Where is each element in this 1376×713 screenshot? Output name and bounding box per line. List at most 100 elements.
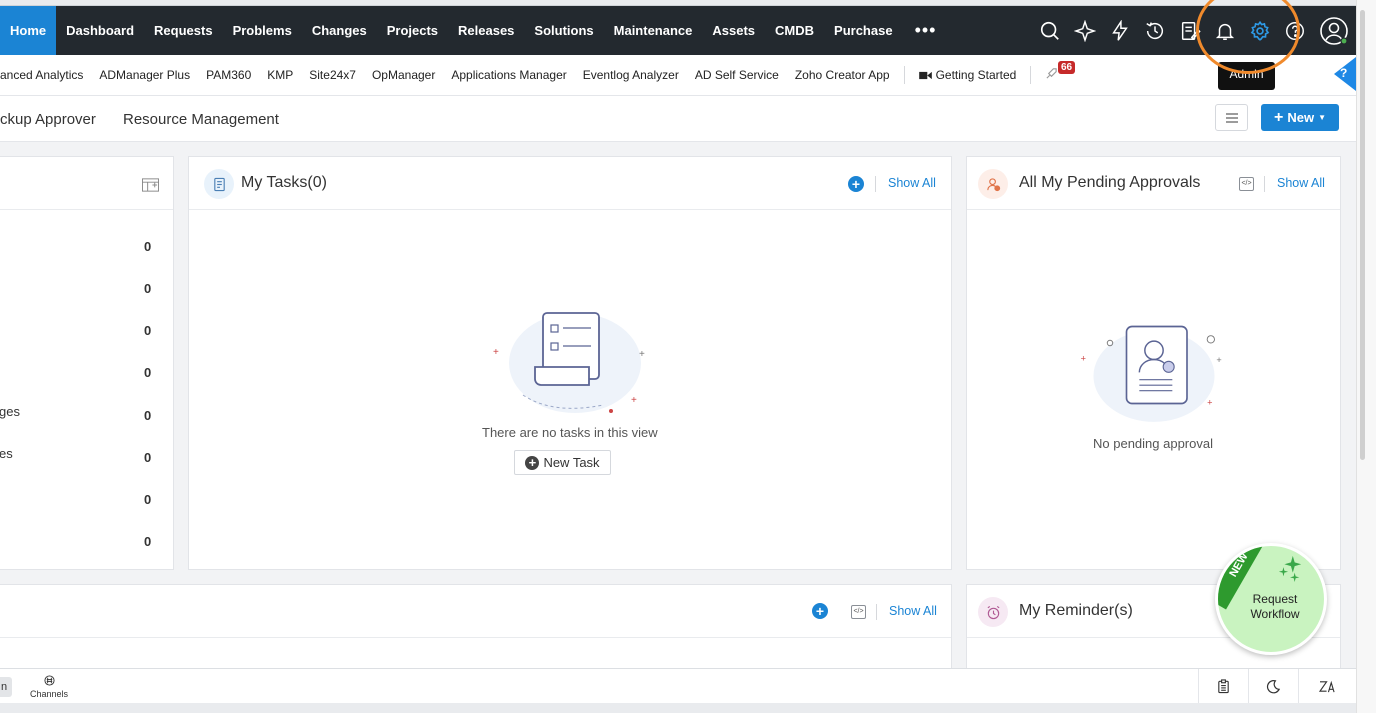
nav-projects[interactable]: Projects <box>377 6 448 55</box>
tasks-show-all-link[interactable]: Show All <box>888 176 936 190</box>
hamburger-icon <box>1225 112 1238 123</box>
ql-opmanager[interactable]: OpManager <box>364 68 443 82</box>
summary-row-label: ges <box>0 404 20 419</box>
embed-code-icon[interactable]: </> <box>851 605 866 619</box>
summary-row-value[interactable]: 0 <box>144 534 151 549</box>
lightning-icon[interactable] <box>1102 6 1137 55</box>
clipboard-icon[interactable] <box>1198 669 1248 704</box>
ql-zoho-creator-app[interactable]: Zoho Creator App <box>787 68 898 82</box>
svg-text:+: + <box>639 349 645 360</box>
approvals-show-all-link[interactable]: Show All <box>1277 176 1325 190</box>
reminders-title: My Reminder(s) <box>1019 602 1133 619</box>
nav-requests[interactable]: Requests <box>144 6 223 55</box>
summary-row-value[interactable]: 0 <box>144 450 151 465</box>
svg-text:+: + <box>1216 355 1221 365</box>
summary-row-value[interactable]: 0 <box>144 281 151 296</box>
alarm-clock-icon <box>978 597 1008 627</box>
bottom-left-tab[interactable]: n <box>0 677 12 697</box>
new-button-label: New <box>1287 110 1315 125</box>
ql-admanager-plus[interactable]: ADManager Plus <box>91 68 198 82</box>
header-divider <box>1264 176 1265 192</box>
request-workflow-badge[interactable]: NEW Request Workflow <box>1215 543 1327 655</box>
pending-approvals-title: All My Pending Approvals <box>1019 174 1201 191</box>
ql-pam360[interactable]: PAM360 <box>198 68 259 82</box>
add-item-icon[interactable]: + <box>812 603 828 619</box>
bottom-show-all-link[interactable]: Show All <box>889 604 937 618</box>
nav-icon-group <box>1032 6 1356 55</box>
ql-eventlog-analyzer[interactable]: Eventlog Analyzer <box>575 68 687 82</box>
svg-text:+: + <box>1081 353 1086 363</box>
ql-separator <box>1030 66 1032 84</box>
nav-cmdb[interactable]: CMDB <box>765 6 824 55</box>
empty-tasks-illustration: + + + <box>493 312 645 413</box>
bottom-toolbar: n Channels <box>0 668 1356 704</box>
my-tasks-card: My Tasks(0) + Show All + + + There are n… <box>188 156 952 570</box>
ql-getting-started[interactable]: Getting Started <box>911 68 1025 82</box>
nav-maintenance[interactable]: Maintenance <box>604 6 703 55</box>
nav-purchase[interactable]: Purchase <box>824 6 903 55</box>
channels-button[interactable]: Channels <box>26 673 72 699</box>
page-scrollbar[interactable] <box>1360 10 1365 460</box>
ql-separator <box>903 66 905 84</box>
request-workflow-label: Request Workflow <box>1250 592 1300 621</box>
page-scroll-gutter <box>1356 0 1376 713</box>
embed-code-icon[interactable]: </> <box>1239 177 1254 191</box>
approval-user-icon <box>978 169 1008 199</box>
tab-backup-approver[interactable]: ckup Approver <box>0 111 96 128</box>
new-task-label: New Task <box>543 455 600 470</box>
magic-icon[interactable] <box>1067 6 1102 55</box>
nav-solutions[interactable]: Solutions <box>524 6 603 55</box>
video-icon <box>918 71 932 79</box>
header-divider <box>875 176 876 192</box>
pending-approvals-card: All My Pending Approvals </> Show All + … <box>966 156 1341 570</box>
user-icon[interactable] <box>1312 6 1356 55</box>
channels-icon <box>43 675 55 686</box>
new-task-button[interactable]: + New Task <box>514 450 611 475</box>
summary-row-value[interactable]: 0 <box>144 365 151 380</box>
history-icon[interactable] <box>1137 6 1172 55</box>
summary-row-value[interactable]: 0 <box>144 239 151 254</box>
ql-ad-self-service[interactable]: AD Self Service <box>687 68 787 82</box>
getting-started-label: Getting Started <box>935 68 1017 82</box>
nav-home[interactable]: Home <box>0 6 57 55</box>
table-settings-icon[interactable] <box>142 178 159 192</box>
add-circle-icon: + <box>525 455 540 470</box>
ql-site24x7[interactable]: Site24x7 <box>301 68 364 82</box>
add-task-icon[interactable]: + <box>848 176 864 192</box>
new-button[interactable]: + New ▼ <box>1261 104 1339 131</box>
my-tasks-header: My Tasks(0) + Show All <box>189 157 951 210</box>
search-icon[interactable] <box>1032 6 1067 55</box>
ql-advanced-analytics[interactable]: anced Analytics <box>0 68 91 82</box>
translate-icon[interactable] <box>1298 669 1356 704</box>
header-divider <box>876 604 877 620</box>
nav-changes[interactable]: Changes <box>302 6 377 55</box>
nav-releases[interactable]: Releases <box>448 6 524 55</box>
nav-more-button[interactable]: ••• <box>903 6 949 55</box>
pending-approvals-header: All My Pending Approvals </> Show All <box>967 157 1340 210</box>
summary-row-value[interactable]: 0 <box>144 323 151 338</box>
svg-text:+: + <box>631 395 637 406</box>
ql-kmp[interactable]: KMP <box>259 68 301 82</box>
my-tasks-title: My Tasks(0) <box>241 174 327 191</box>
empty-approvals-message: No pending approval <box>1093 436 1213 451</box>
top-navigation: Home Dashboard Requests Problems Changes… <box>0 6 1356 55</box>
svg-text:+: + <box>1207 397 1212 407</box>
svg-text:+: + <box>493 347 499 358</box>
nav-problems[interactable]: Problems <box>223 6 302 55</box>
ql-applications-manager[interactable]: Applications Manager <box>443 68 574 82</box>
sparkle-icon <box>1278 555 1302 582</box>
summary-row-value[interactable]: 0 <box>144 492 151 507</box>
menu-button[interactable] <box>1215 104 1248 131</box>
summary-row-value[interactable]: 0 <box>144 408 151 423</box>
quick-links-bar: anced Analytics ADManager Plus PAM360 KM… <box>0 55 1356 96</box>
empty-tasks-message: There are no tasks in this view <box>482 425 658 440</box>
tasks-icon <box>204 169 234 199</box>
tab-resource-management[interactable]: Resource Management <box>123 111 279 128</box>
nav-assets[interactable]: Assets <box>702 6 765 55</box>
dark-mode-icon[interactable] <box>1248 669 1298 704</box>
bottom-widget-header: + </> Show All <box>0 585 951 638</box>
summary-card: 0 0 0 0 ges 0 es 0 0 0 <box>0 156 174 570</box>
empty-approvals-illustration: + + + <box>1081 325 1222 422</box>
announcement-count-badge: 66 <box>1058 61 1076 74</box>
nav-dashboard[interactable]: Dashboard <box>56 6 144 55</box>
